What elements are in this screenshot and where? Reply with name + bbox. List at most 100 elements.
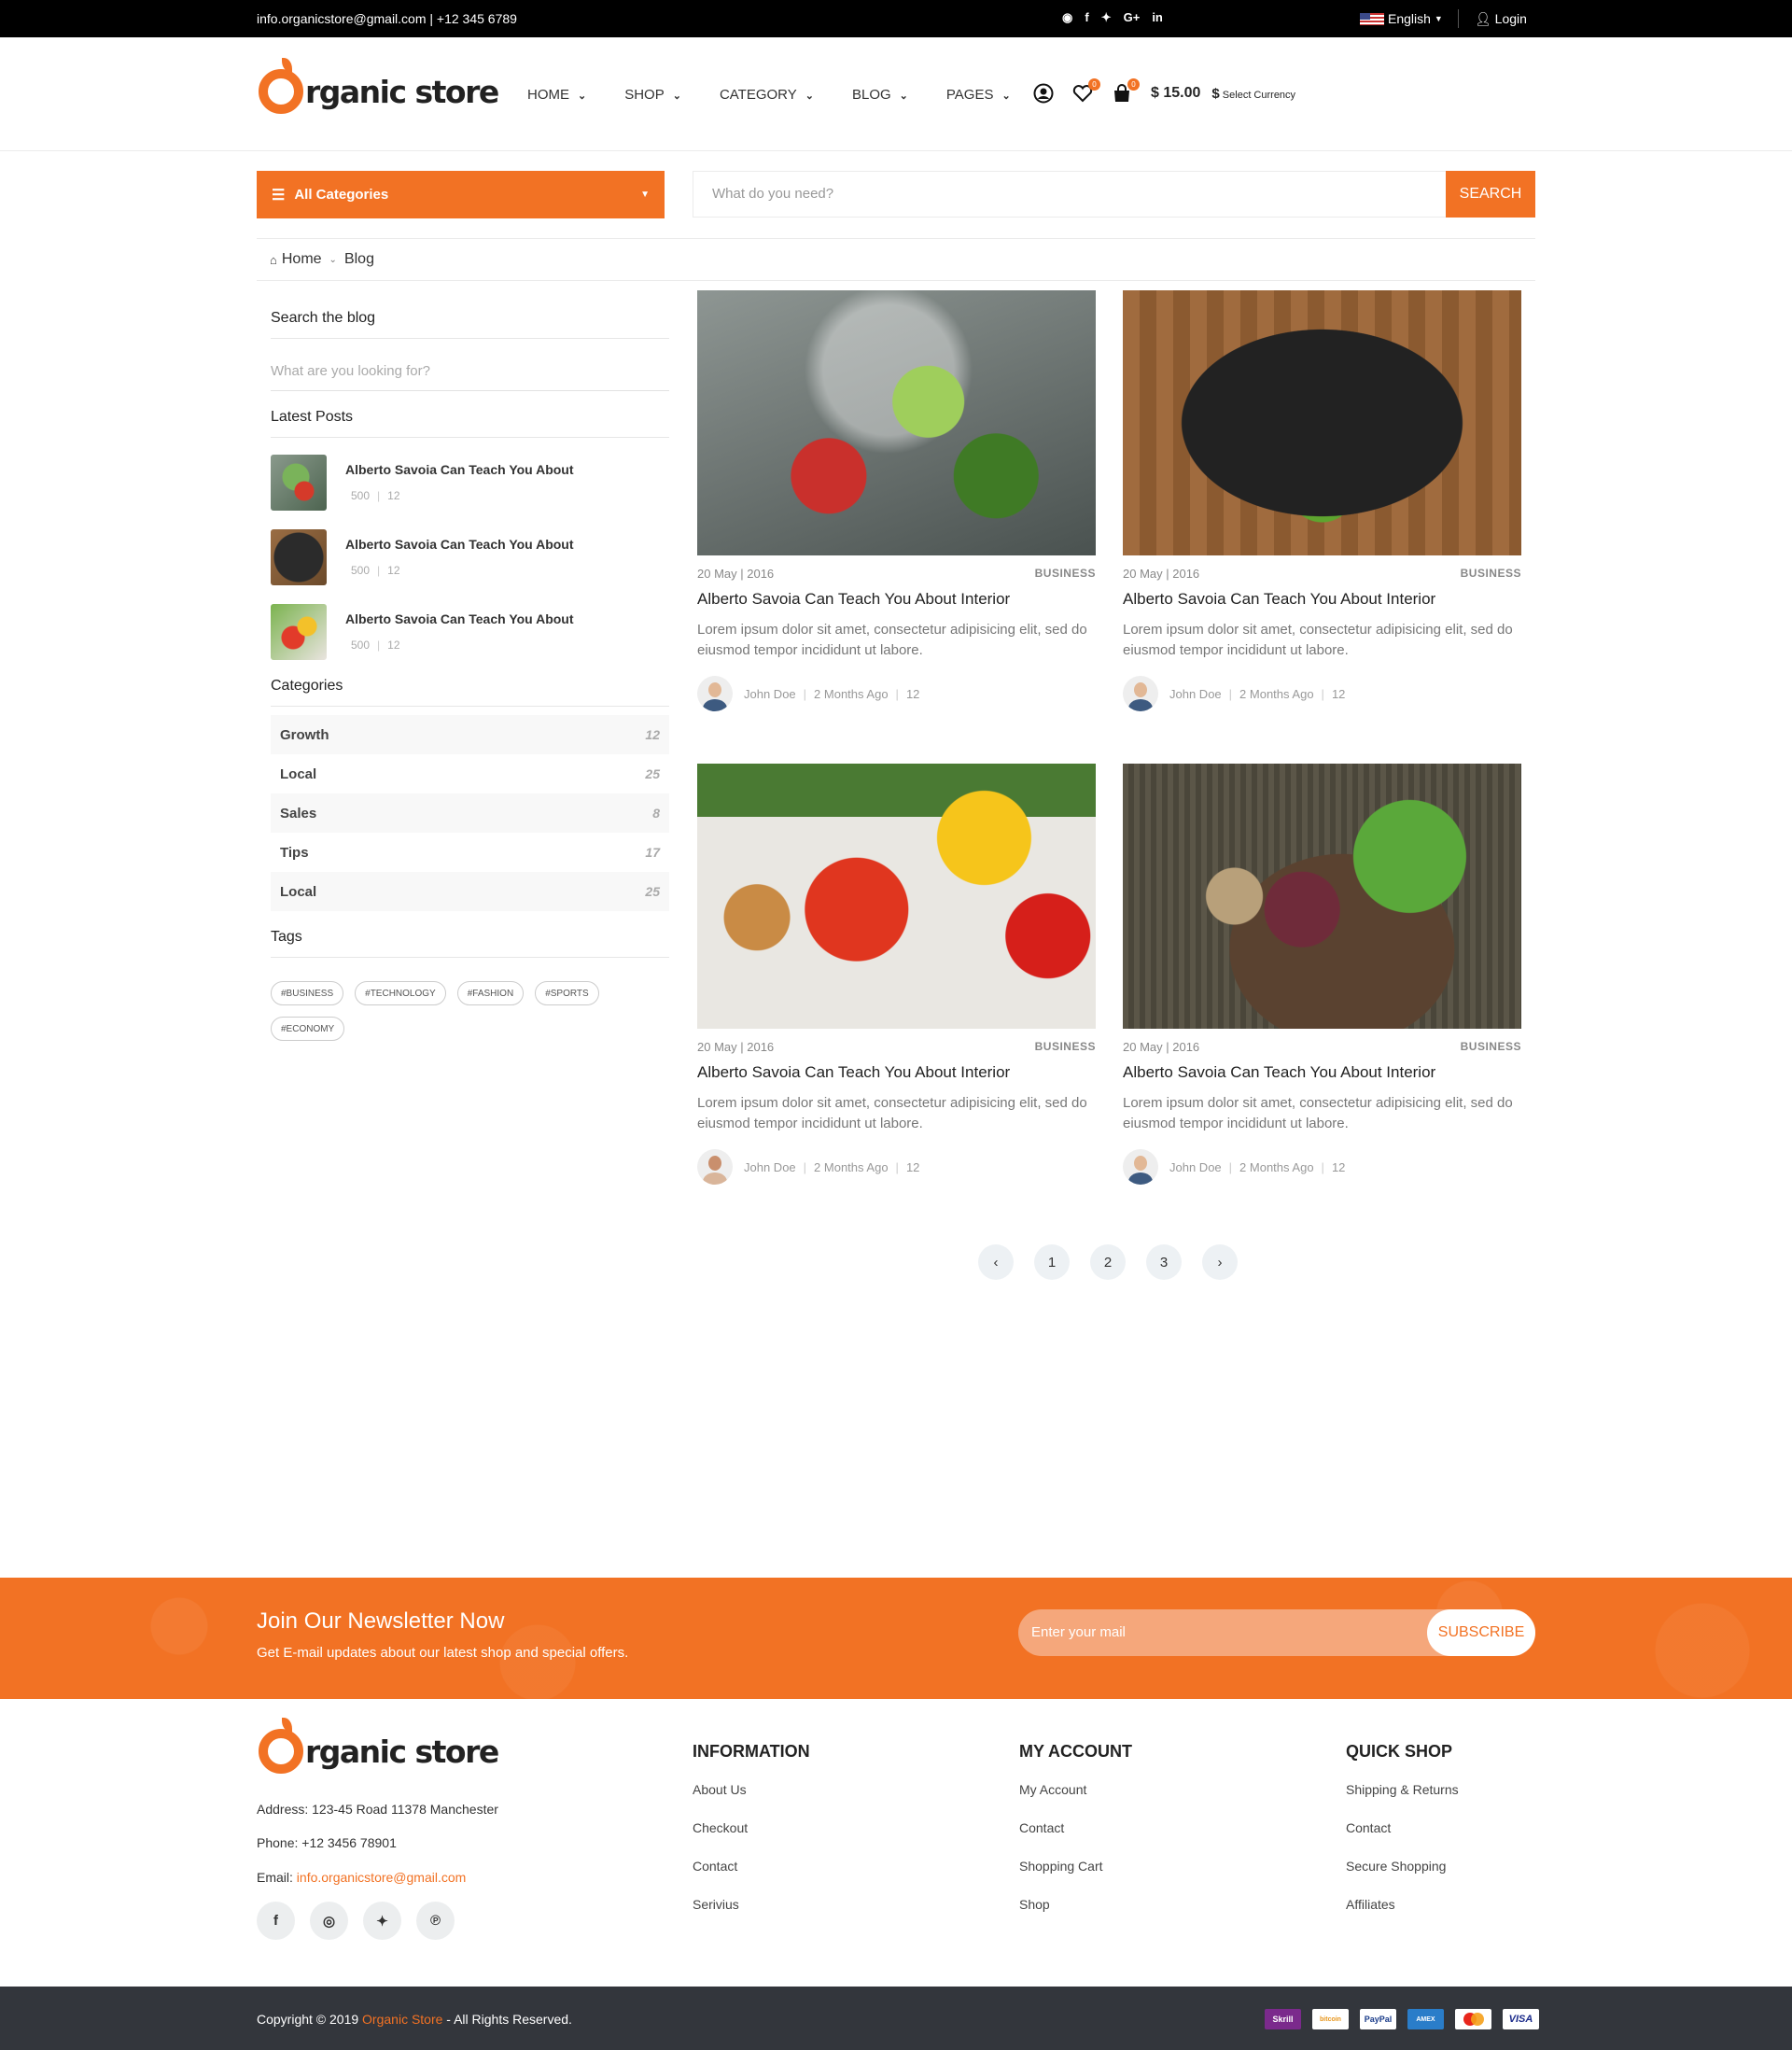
comment-count: 12: [387, 564, 400, 577]
search-button[interactable]: SEARCH: [1446, 171, 1535, 218]
linkedin-icon[interactable]: in: [1152, 10, 1163, 25]
footer-logo-text: rganic store: [305, 1733, 499, 1770]
copyright-brand-link[interactable]: Organic Store: [362, 2012, 442, 2027]
categories-title: Categories: [271, 678, 669, 707]
rss-icon[interactable]: ◉: [1062, 10, 1072, 25]
payment-methods: Skrill bitcoin PayPal AMEX VISA: [1265, 2009, 1539, 2029]
email-input[interactable]: Enter your mail: [1031, 1624, 1126, 1640]
prev-page-button[interactable]: ‹: [978, 1244, 1014, 1280]
footer-address: Address: 123-45 Road 11378 Manchester: [257, 1802, 498, 1817]
post-category[interactable]: BUSINESS: [1035, 567, 1096, 581]
subscribe-button[interactable]: SUBSCRIBE: [1427, 1609, 1535, 1656]
comment-count: 12: [905, 686, 920, 701]
twitter-icon[interactable]: ✦: [363, 1902, 401, 1940]
footer-link[interactable]: Contact: [1019, 1820, 1132, 1859]
footer-link[interactable]: Shopping Cart: [1019, 1859, 1132, 1897]
footer-column-my-account: MY ACCOUNT My Account Contact Shopping C…: [1019, 1742, 1132, 1935]
copyright-prefix: Copyright © 2019: [257, 2012, 363, 2027]
page-3-button[interactable]: 3: [1146, 1244, 1182, 1280]
footer-link[interactable]: Affiliates: [1346, 1897, 1459, 1935]
blog-search-input[interactable]: What are you looking for?: [271, 363, 669, 391]
footer-link[interactable]: Contact: [1346, 1820, 1459, 1859]
twitter-icon[interactable]: ✦: [1101, 10, 1112, 25]
breadcrumb-current: Blog: [343, 251, 374, 267]
caret-down-icon: ▼: [640, 190, 650, 200]
latest-post-thumbnail: [271, 529, 327, 585]
facebook-icon[interactable]: f: [257, 1902, 295, 1940]
nav-label: HOME: [527, 87, 569, 103]
currency-symbol: $: [1211, 85, 1220, 102]
pinterest-icon[interactable]: ℗: [416, 1902, 455, 1940]
post-excerpt: Lorem ipsum dolor sit amet, consectetur …: [697, 1095, 1087, 1131]
footer-link[interactable]: Contact: [693, 1859, 810, 1897]
language-selector[interactable]: English ▼: [1360, 11, 1443, 26]
latest-post-item[interactable]: Alberto Savoia Can Teach You About 500 | 1…: [271, 604, 574, 660]
latest-post-item[interactable]: Alberto Savoia Can Teach You About 500 | 1…: [271, 455, 574, 511]
post-title[interactable]: Alberto Savoia Can Teach You About Inter…: [1123, 1063, 1521, 1082]
post-title[interactable]: Alberto Savoia Can Teach You About Inter…: [1123, 590, 1521, 609]
category-count: 8: [652, 806, 660, 821]
newsletter-form: Enter your mail SUBSCRIBE: [1018, 1609, 1535, 1656]
post-image[interactable]: [1123, 764, 1521, 1029]
contact-info: info.organicstore@gmail.com | +12 345 67…: [257, 11, 517, 26]
footer-column-quick-shop: QUICK SHOP Shipping & Returns Contact Se…: [1346, 1742, 1459, 1935]
footer-link[interactable]: Shipping & Returns: [1346, 1782, 1459, 1820]
facebook-icon[interactable]: f: [1085, 10, 1088, 25]
footer-link[interactable]: About Us: [693, 1782, 810, 1820]
all-categories-dropdown[interactable]: ☰ All Categories ▼: [257, 171, 665, 218]
account-icon[interactable]: [1031, 82, 1056, 105]
cart-total[interactable]: $ 15.00: [1151, 85, 1200, 102]
tag-chip[interactable]: #FASHION: [456, 981, 525, 1005]
latest-post-item[interactable]: Alberto Savoia Can Teach You About 500 | 1…: [271, 529, 574, 585]
comment-count: 12: [387, 489, 400, 502]
next-page-button[interactable]: ›: [1202, 1244, 1238, 1280]
instagram-icon[interactable]: ◎: [310, 1902, 348, 1940]
tag-chip[interactable]: #BUSINESS: [271, 981, 344, 1005]
post-image[interactable]: [1123, 290, 1521, 555]
google-plus-icon[interactable]: G+: [1124, 10, 1141, 25]
post-title[interactable]: Alberto Savoia Can Teach You About Inter…: [697, 1063, 1096, 1082]
footer-logo[interactable]: rganic store: [259, 1718, 499, 1774]
post-category[interactable]: BUSINESS: [1461, 567, 1521, 581]
post-category[interactable]: BUSINESS: [1461, 1040, 1521, 1054]
footer-link[interactable]: Secure Shopping: [1346, 1859, 1459, 1897]
latest-post-title: Alberto Savoia Can Teach You About: [345, 537, 574, 552]
page-1-button[interactable]: 1: [1034, 1244, 1070, 1280]
author-name[interactable]: John Doe: [1169, 687, 1222, 701]
login-link[interactable]: 👤︎ Login: [1475, 11, 1527, 27]
footer-link[interactable]: Shop: [1019, 1897, 1132, 1935]
category-item[interactable]: Local 25: [271, 754, 669, 793]
site-logo[interactable]: rganic store: [259, 58, 499, 114]
category-item[interactable]: Local 25: [271, 872, 669, 911]
nav-home[interactable]: HOME ⌄: [527, 87, 586, 103]
author-name[interactable]: John Doe: [1169, 1160, 1222, 1174]
footer-email-link[interactable]: info.organicstore@gmail.com: [297, 1870, 467, 1885]
nav-category[interactable]: CATEGORY ⌄: [720, 87, 814, 103]
post-category[interactable]: BUSINESS: [1035, 1040, 1096, 1054]
post-title[interactable]: Alberto Savoia Can Teach You About Inter…: [697, 590, 1096, 609]
footer-link[interactable]: Serivius: [693, 1897, 810, 1935]
newsletter-subtitle: Get E-mail updates about our latest shop…: [257, 1645, 629, 1661]
category-item[interactable]: Tips 17: [271, 833, 669, 872]
currency-selector[interactable]: $ Select Currency: [1211, 86, 1295, 102]
search-input[interactable]: What do you need?: [712, 186, 833, 202]
author-name[interactable]: John Doe: [744, 687, 796, 701]
tag-chip[interactable]: #TECHNOLOGY: [355, 981, 446, 1005]
footer-link[interactable]: Checkout: [693, 1820, 810, 1859]
nav-blog[interactable]: BLOG ⌄: [852, 87, 908, 103]
footer-phone: Phone: +12 3456 78901: [257, 1835, 397, 1850]
page-2-button[interactable]: 2: [1090, 1244, 1126, 1280]
breadcrumb-home[interactable]: Home: [282, 251, 322, 268]
wishlist-heart-icon[interactable]: 0: [1071, 78, 1100, 105]
nav-pages[interactable]: PAGES ⌄: [946, 87, 1011, 103]
tag-chip[interactable]: #ECONOMY: [271, 1017, 345, 1041]
cart-bag-icon[interactable]: 0: [1110, 78, 1140, 105]
post-image[interactable]: [697, 764, 1096, 1029]
tag-chip[interactable]: #SPORTS: [535, 981, 599, 1005]
category-item[interactable]: Sales 8: [271, 793, 669, 833]
footer-link[interactable]: My Account: [1019, 1782, 1132, 1820]
nav-shop[interactable]: SHOP ⌄: [624, 87, 681, 103]
post-image[interactable]: [697, 290, 1096, 555]
author-name[interactable]: John Doe: [744, 1160, 796, 1174]
category-item[interactable]: Growth 12: [271, 715, 669, 754]
